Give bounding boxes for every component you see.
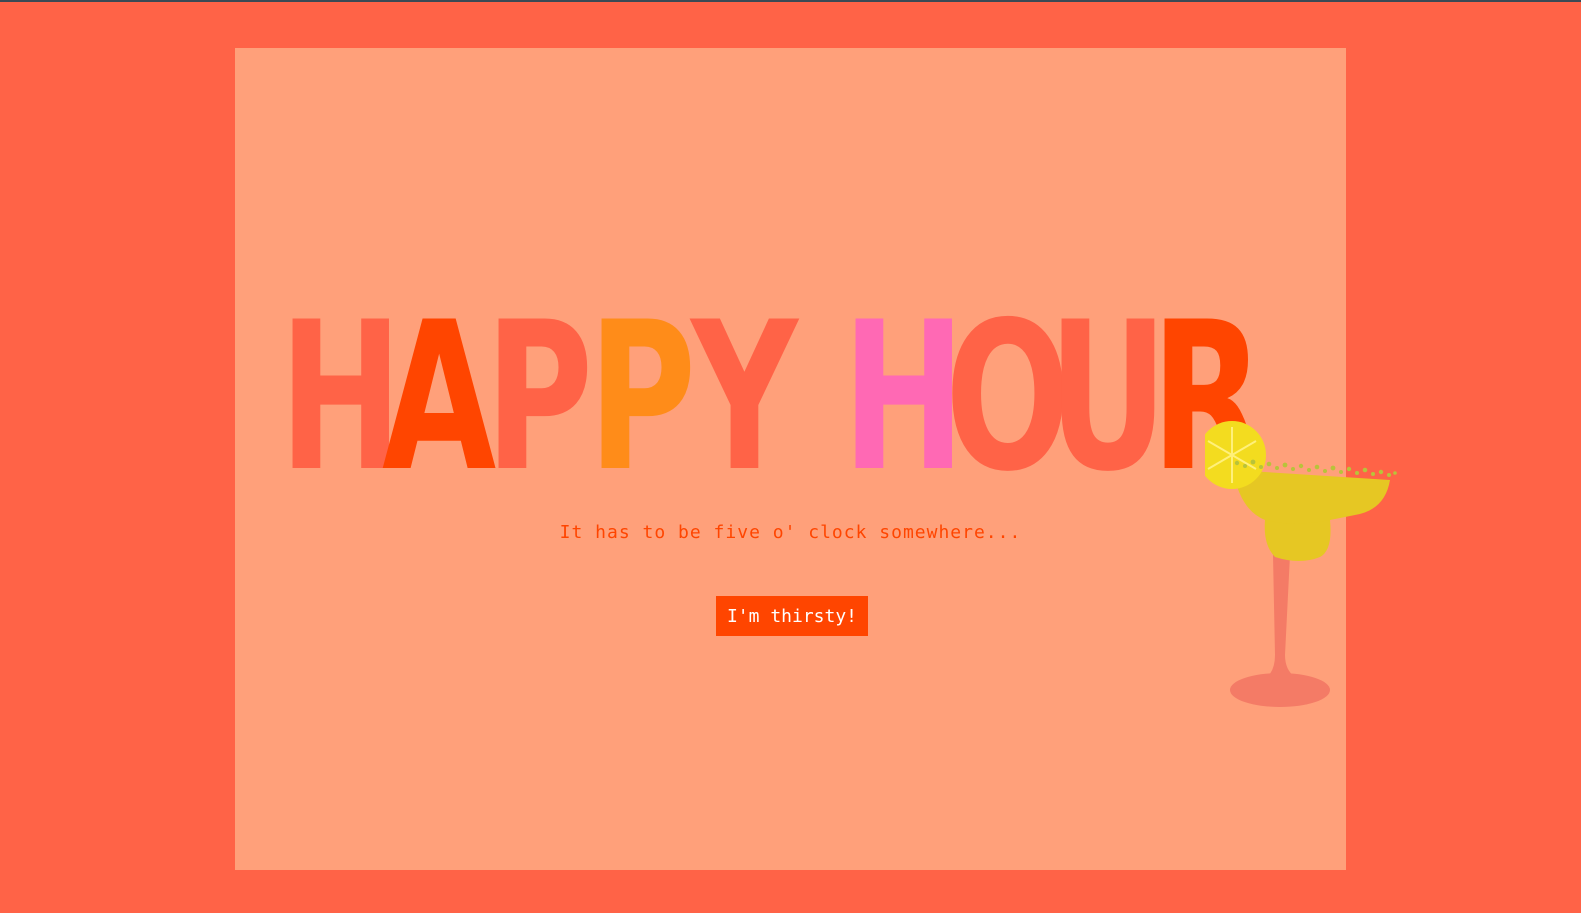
glass-base: [1230, 673, 1330, 707]
title-letter-h1: H: [279, 279, 403, 517]
page-title: H A P P Y H O U R: [279, 279, 1319, 517]
glass-stem: [1267, 555, 1295, 677]
title-letter-p2: P: [588, 279, 696, 517]
im-thirsty-button[interactable]: I'm thirsty!: [716, 596, 868, 636]
title-letter-o: O: [945, 279, 1070, 517]
title-letter-y: Y: [691, 279, 798, 517]
window-top-border: [0, 0, 1581, 2]
title-letter-p1: P: [485, 279, 593, 517]
margarita-glass-icon: [1205, 421, 1397, 707]
title-letter-u: U: [1048, 279, 1168, 517]
hero-card: H A P P Y H O U R It has to be five o' c…: [235, 48, 1346, 870]
title-letter-a: A: [382, 279, 496, 517]
glass-lower-bowl: [1264, 520, 1331, 561]
tagline: It has to be five o' clock somewhere...: [559, 522, 1022, 543]
title-letter-h2: H: [842, 279, 966, 517]
